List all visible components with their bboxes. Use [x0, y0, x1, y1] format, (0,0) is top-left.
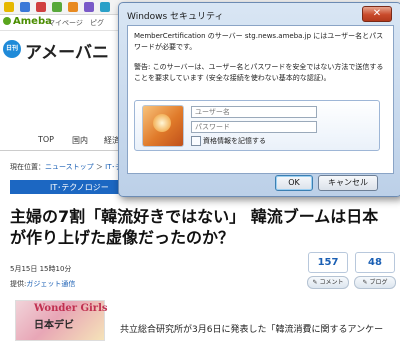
- blog-count[interactable]: 48: [355, 252, 395, 273]
- comment-count[interactable]: 157: [308, 252, 348, 273]
- breadcrumb-separator: ＞: [95, 163, 103, 171]
- nav-item-domestic[interactable]: 国内: [72, 135, 88, 146]
- ameba-logo[interactable]: Ameba: [3, 16, 52, 27]
- category-label: IT･テクノロジー: [50, 183, 109, 192]
- remember-credentials-label[interactable]: 資格情報を記憶する: [203, 136, 266, 146]
- thumbnail-title: Wonder Girls: [34, 303, 108, 314]
- headline-line-1: 主婦の7割「韓流好きではない」 韓流ブームは日本: [10, 207, 379, 226]
- article-provider: 提供:ガジェット通信: [10, 279, 75, 289]
- article-date: 5月15日 15時10分: [10, 265, 72, 273]
- ameba-logo-icon: [3, 17, 11, 25]
- headline-line-2: が作り上げた虚像だったのか？: [10, 228, 235, 247]
- bookmark-icon[interactable]: [20, 2, 30, 12]
- article-body-text: 共立総合研究所が3月6日に発表した「韓流消費に関するアンケー: [120, 325, 384, 335]
- username-field[interactable]: [191, 106, 317, 118]
- user-avatar-icon: [142, 105, 184, 147]
- dialog-title: Windows セキュリティ: [127, 12, 224, 22]
- bookmark-icon[interactable]: [36, 2, 46, 12]
- dialog-body: MemberCertification のサーバー stg.news.ameba…: [127, 25, 394, 174]
- credential-tile[interactable]: 資格情報を記憶する: [134, 100, 380, 151]
- site-logo[interactable]: 日刊 アメーバニ: [3, 38, 115, 63]
- cancel-button[interactable]: キャンセル: [318, 175, 378, 191]
- blog-button[interactable]: ✎ ブログ: [354, 276, 396, 289]
- windows-security-dialog: Windows セキュリティ ✕ MemberCertification のサー…: [118, 2, 400, 197]
- thumbnail-subtitle: 日本デビ: [34, 320, 74, 331]
- nav-item-top[interactable]: TOP: [38, 135, 54, 144]
- bookmark-icon[interactable]: [68, 2, 78, 12]
- breadcrumb: 現在位置：ニューストップ ＞ IT･テ: [10, 162, 122, 172]
- provider-label: 提供:: [10, 280, 27, 288]
- bookmark-icon[interactable]: [4, 2, 14, 12]
- close-icon: ✕: [372, 8, 382, 19]
- breadcrumb-link-news-top[interactable]: ニューストップ: [45, 163, 94, 171]
- password-field[interactable]: [191, 121, 317, 133]
- bookmark-icon[interactable]: [52, 2, 62, 12]
- mypage-link[interactable]: マイページ: [48, 18, 83, 28]
- bookmark-icon[interactable]: [100, 2, 110, 12]
- provider-link[interactable]: ガジェット通信: [26, 280, 75, 288]
- warning-message: 警告: このサーバーは、ユーザー名とパスワードを安全ではない方法で送信することを…: [134, 63, 384, 82]
- ok-button[interactable]: OK: [275, 175, 313, 191]
- article-headline: 主婦の7割「韓流好きではない」 韓流ブームは日本 が作り上げた虚像だったのか？: [10, 206, 400, 248]
- breadcrumb-prefix: 現在位置：: [10, 163, 45, 171]
- remember-credentials-checkbox[interactable]: [191, 136, 201, 146]
- close-button[interactable]: ✕: [362, 6, 392, 22]
- comment-button[interactable]: ✎ コメント: [307, 276, 349, 289]
- server-message: MemberCertification のサーバー stg.news.ameba…: [134, 32, 384, 51]
- bookmark-icon[interactable]: [84, 2, 94, 12]
- pigg-link[interactable]: ピグ: [90, 18, 104, 28]
- site-logo-badge: 日刊: [3, 40, 21, 58]
- site-logo-text: アメーバニ: [25, 43, 109, 63]
